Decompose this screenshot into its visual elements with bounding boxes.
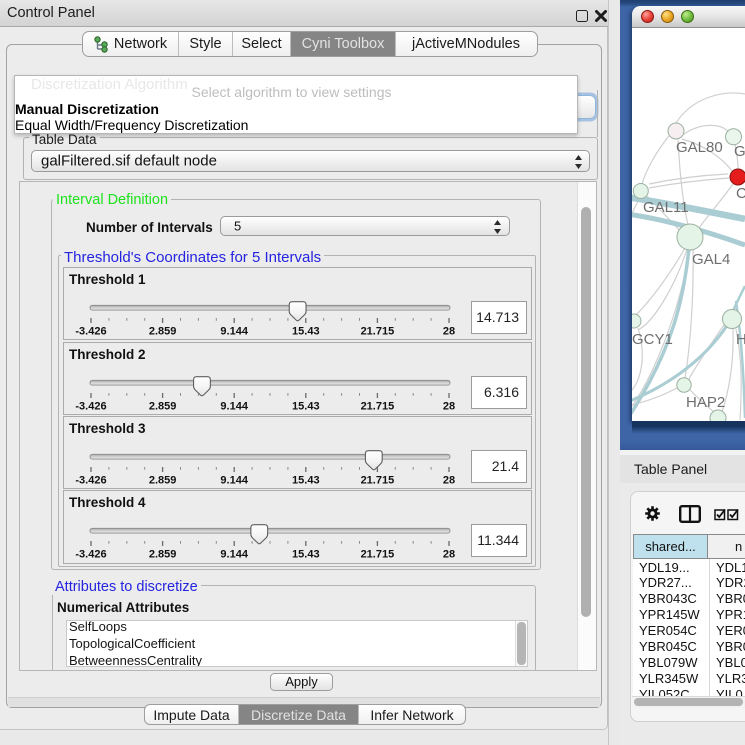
svg-text:9.144: 9.144 (220, 400, 248, 412)
svg-text:28: 28 (443, 474, 455, 486)
svg-text:9.144: 9.144 (220, 325, 248, 337)
svg-text:9.144: 9.144 (220, 474, 248, 486)
svg-text:15.43: 15.43 (292, 325, 320, 337)
svg-text:15.43: 15.43 (292, 474, 320, 486)
svg-text:GCY1: GCY1 (632, 331, 673, 348)
svg-text:-3.426: -3.426 (75, 549, 106, 561)
svg-text:2.859: 2.859 (149, 549, 177, 561)
svg-text:9.144: 9.144 (220, 549, 248, 561)
svg-text:15.43: 15.43 (292, 549, 320, 561)
svg-text:2.859: 2.859 (149, 400, 177, 412)
svg-text:28: 28 (443, 325, 455, 337)
svg-text:HAP2: HAP2 (686, 394, 725, 411)
svg-text:C: C (736, 185, 745, 202)
svg-text:28: 28 (443, 549, 455, 561)
svg-text:GAL11: GAL11 (643, 199, 689, 216)
svg-text:28: 28 (443, 400, 455, 412)
svg-text:21.715: 21.715 (361, 325, 395, 337)
svg-text:21.715: 21.715 (361, 474, 395, 486)
svg-text:-3.426: -3.426 (75, 325, 106, 337)
svg-text:GAL4: GAL4 (692, 251, 730, 268)
svg-text:H: H (736, 331, 745, 348)
svg-text:GA: GA (734, 143, 745, 160)
svg-text:15.43: 15.43 (292, 400, 320, 412)
svg-text:21.715: 21.715 (361, 400, 395, 412)
svg-text:21.715: 21.715 (361, 549, 395, 561)
svg-text:-3.426: -3.426 (75, 474, 106, 486)
svg-text:-3.426: -3.426 (75, 400, 106, 412)
svg-text:GAL80: GAL80 (676, 139, 723, 156)
svg-text:2.859: 2.859 (149, 474, 177, 486)
svg-text:2.859: 2.859 (149, 325, 177, 337)
